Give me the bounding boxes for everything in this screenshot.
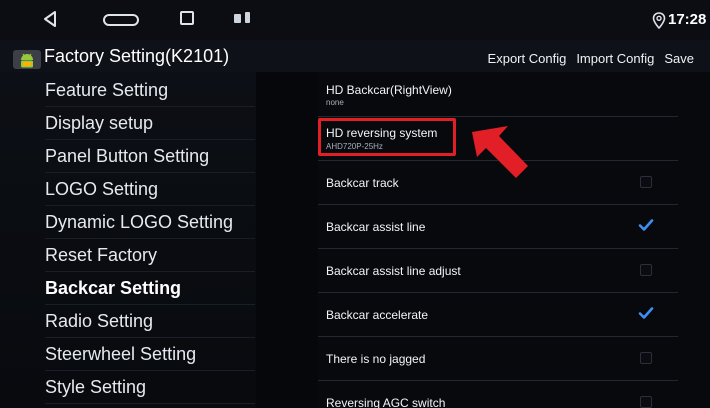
recent-apps-icon[interactable] <box>180 11 194 25</box>
title-actions: Export Config Import Config Save <box>488 51 694 66</box>
import-config-button[interactable]: Import Config <box>576 51 654 66</box>
android-icon <box>13 50 41 69</box>
location-icon <box>652 12 666 29</box>
setting-row-backcar-assist-line[interactable]: Backcar assist line <box>318 204 678 249</box>
status-bar: 17:28 <box>0 0 710 40</box>
setting-row-hd-backcar-rightview[interactable]: HD Backcar(RightView) none <box>318 72 678 117</box>
menu-item-steerwheel-setting[interactable]: Steerwheel Setting <box>45 338 255 371</box>
menu-item-style-setting[interactable]: Style Setting <box>45 371 255 404</box>
page-title: Factory Setting(K2101) <box>44 46 230 66</box>
menu-item-backcar-setting[interactable]: Backcar Setting <box>45 272 255 305</box>
clock: 17:28 <box>668 11 707 28</box>
menu-item-feature-setting[interactable]: Feature Setting <box>45 74 255 107</box>
setting-title: HD Backcar(RightView) <box>326 83 452 97</box>
setting-row-there-is-no-jagged[interactable]: There is no jagged <box>318 336 678 381</box>
checkbox-unchecked[interactable] <box>640 264 652 276</box>
export-config-button[interactable]: Export Config <box>488 51 567 66</box>
screen: 17:28 Factory Setting(K2101) Export Conf… <box>0 0 710 408</box>
home-icon[interactable] <box>103 14 139 26</box>
save-button[interactable]: Save <box>664 51 694 66</box>
highlight-box <box>318 118 456 156</box>
setting-title: Backcar assist line adjust <box>326 264 461 278</box>
menu-item-display-setup[interactable]: Display setup <box>45 107 255 140</box>
setting-title: Backcar assist line <box>326 220 426 234</box>
setting-title: Backcar track <box>326 176 399 190</box>
battery-icon <box>245 12 250 23</box>
checkmark-icon[interactable] <box>638 218 654 232</box>
setting-row-backcar-accelerate[interactable]: Backcar accelerate <box>318 292 678 337</box>
checkbox-unchecked[interactable] <box>640 176 652 188</box>
menu-item-logo-setting[interactable]: LOGO Setting <box>45 173 255 206</box>
setting-row-backcar-assist-line-adjust[interactable]: Backcar assist line adjust <box>318 248 678 293</box>
notification-icons <box>234 12 250 23</box>
menu-item-panel-button-setting[interactable]: Panel Button Setting <box>45 140 255 173</box>
back-icon[interactable] <box>42 10 58 28</box>
setting-title: There is no jagged <box>326 352 426 366</box>
setting-subtitle: none <box>326 98 344 107</box>
checkbox-unchecked[interactable] <box>640 352 652 364</box>
setting-title: Reversing AGC switch <box>326 396 446 408</box>
checkmark-icon[interactable] <box>638 306 654 320</box>
setting-title: Backcar accelerate <box>326 308 429 322</box>
setting-row-reversing-agc-switch[interactable]: Reversing AGC switch <box>318 380 678 408</box>
menu-item-radio-setting[interactable]: Radio Setting <box>45 305 255 338</box>
menu-item-dynamic-logo-setting[interactable]: Dynamic LOGO Setting <box>45 206 255 239</box>
notification-icon <box>234 14 241 23</box>
menu-item-reset-factory[interactable]: Reset Factory <box>45 239 255 272</box>
red-arrow-icon <box>472 126 528 178</box>
checkbox-unchecked[interactable] <box>640 396 652 408</box>
